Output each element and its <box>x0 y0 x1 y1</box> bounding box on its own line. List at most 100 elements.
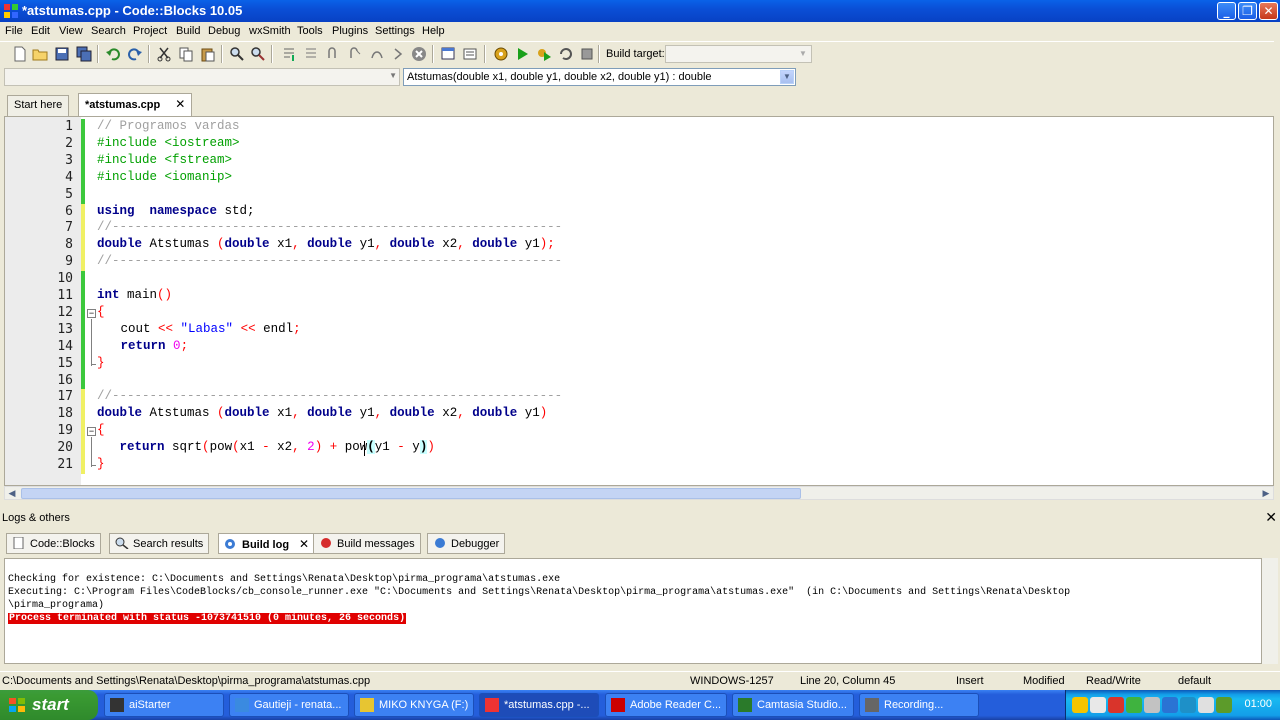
menu-wxsmith[interactable]: wxSmith <box>249 25 291 37</box>
close-tab-icon[interactable]: ✕ <box>299 537 309 551</box>
taskbar-button[interactable]: MIKO KNYGA (F:) <box>354 693 474 717</box>
taskbar-button[interactable]: Adobe Reader C... <box>605 693 727 717</box>
menu-build[interactable]: Build <box>176 25 200 37</box>
code-line: #include <iomanip> <box>97 169 233 184</box>
tab-codeblocks-log[interactable]: Code::Blocks <box>6 533 101 554</box>
fold-toggle-icon[interactable]: − <box>87 308 96 318</box>
close-logs-icon[interactable]: ✕ <box>1265 510 1277 526</box>
open-icon[interactable] <box>32 46 48 62</box>
build-icon[interactable] <box>493 46 509 62</box>
debug-step-into-icon[interactable] <box>325 46 341 62</box>
maximize-button[interactable]: ❐ <box>1238 2 1257 20</box>
debug-windows-icon[interactable] <box>440 46 456 62</box>
tab-build-messages[interactable]: Build messages <box>313 533 421 554</box>
menu-tools[interactable]: Tools <box>297 25 323 37</box>
tray-icon[interactable] <box>1144 697 1160 713</box>
tab-start-here[interactable]: Start here <box>7 95 70 116</box>
menu-project[interactable]: Project <box>133 25 167 37</box>
find-icon[interactable] <box>229 46 245 62</box>
scroll-left-arrow-icon[interactable]: ◀ <box>5 487 19 499</box>
chevron-down-icon: ▼ <box>389 71 397 80</box>
log-vertical-scrollbar[interactable] <box>1262 558 1278 664</box>
status-modified: Modified <box>1023 675 1065 687</box>
menu-view[interactable]: View <box>59 25 83 37</box>
undo-icon[interactable] <box>105 46 121 62</box>
line-number: 1 <box>65 119 73 134</box>
new-file-icon[interactable] <box>12 46 28 62</box>
debug-step-out-icon[interactable] <box>347 46 363 62</box>
taskbar-button[interactable]: Gautieji - renata... <box>229 693 349 717</box>
debug-info-icon[interactable] <box>462 46 478 62</box>
taskbar-button-label: Camtasia Studio... <box>757 699 847 711</box>
tray-icon[interactable] <box>1126 697 1142 713</box>
tab-build-log[interactable]: Build log ✕ <box>218 533 316 554</box>
tab-search-results[interactable]: Search results <box>109 533 210 554</box>
line-number: 21 <box>57 457 73 472</box>
paste-icon[interactable] <box>200 46 216 62</box>
taskbar-button[interactable]: Recording... <box>859 693 979 717</box>
window-title: *atstumas.cpp - Code::Blocks 10.05 <box>22 3 243 18</box>
menu-help[interactable]: Help <box>422 25 445 37</box>
chevron-down-icon[interactable]: ▼ <box>780 70 794 84</box>
line-number: 9 <box>65 254 73 270</box>
taskbar-button[interactable]: aiStarter <box>104 693 224 717</box>
scope-select[interactable]: ▼ <box>4 68 400 86</box>
build-target-select[interactable]: ▼ <box>665 45 812 63</box>
tray-icon[interactable] <box>1180 697 1196 713</box>
code-editor[interactable]: 1 2 3 4 5 6 7 8 9 10 11 12 13 14 15 16 17 18 19 20 21 − − // … <box>4 116 1274 486</box>
save-icon[interactable] <box>54 46 70 62</box>
volume-icon[interactable] <box>1198 697 1214 713</box>
build-log-output[interactable]: Checking for existence: C:\Documents and… <box>4 558 1262 664</box>
run-icon[interactable] <box>514 46 530 62</box>
network-icon[interactable] <box>1216 697 1232 713</box>
debug-stop-icon[interactable] <box>411 46 427 62</box>
start-button[interactable]: start <box>0 690 98 720</box>
scroll-right-arrow-icon[interactable]: ▶ <box>1259 487 1273 499</box>
save-all-icon[interactable] <box>76 46 92 62</box>
menu-settings[interactable]: Settings <box>375 25 415 37</box>
debug-next-line-icon[interactable] <box>303 46 319 62</box>
replace-icon[interactable] <box>250 46 266 62</box>
code-line: // Programos vardas <box>97 119 240 133</box>
menu-edit[interactable]: Edit <box>31 25 50 37</box>
code-line: cout << "Labas" << endl; <box>113 321 301 336</box>
debug-next-instruction-icon[interactable] <box>369 46 385 62</box>
code-line: { <box>97 423 105 438</box>
fold-toggle-icon[interactable]: − <box>87 427 96 437</box>
copy-icon[interactable] <box>178 46 194 62</box>
menu-plugins[interactable]: Plugins <box>332 25 368 37</box>
redo-icon[interactable] <box>127 46 143 62</box>
line-number: 8 <box>65 237 73 253</box>
menu-file[interactable]: File <box>5 25 23 37</box>
rebuild-icon[interactable] <box>558 46 574 62</box>
tray-icon[interactable] <box>1108 697 1124 713</box>
abort-icon[interactable] <box>579 46 595 62</box>
tab-debugger[interactable]: Debugger <box>427 533 506 554</box>
fold-line <box>91 318 92 366</box>
editor-horizontal-scrollbar[interactable]: ◀ ▶ <box>4 486 1274 500</box>
build-and-run-icon[interactable] <box>536 46 552 62</box>
minimize-button[interactable]: _ <box>1217 2 1236 20</box>
taskbar-button-label: MIKO KNYGA (F:) <box>379 699 469 711</box>
tray-icon[interactable] <box>1072 697 1088 713</box>
code-line: using namespace std; <box>97 203 255 218</box>
menu-search[interactable]: Search <box>91 25 126 37</box>
taskbar-button-label: Recording... <box>884 699 944 711</box>
close-tab-icon[interactable]: ✕ <box>175 97 185 111</box>
scrollbar-thumb[interactable] <box>21 488 801 499</box>
tray-icon[interactable] <box>1162 697 1178 713</box>
menu-bar: File Edit View Search Project Build Debu… <box>0 22 1280 40</box>
debug-run-to-cursor-icon[interactable] <box>281 46 297 62</box>
logs-panel-header: Logs & others ✕ <box>0 510 1280 528</box>
debug-step-into-instruction-icon[interactable] <box>390 46 406 62</box>
taskbar-button[interactable]: Camtasia Studio... <box>732 693 854 717</box>
title-bar: *atstumas.cpp - Code::Blocks 10.05 _ ❐ ✕ <box>0 0 1280 22</box>
tray-icon[interactable] <box>1090 697 1106 713</box>
fold-end <box>91 465 96 466</box>
function-select[interactable]: Atstumas(double x1, double y1, double x2… <box>403 68 796 86</box>
taskbar-button[interactable]: *atstumas.cpp -... <box>479 693 599 717</box>
menu-debug[interactable]: Debug <box>208 25 240 37</box>
cut-icon[interactable] <box>156 46 172 62</box>
close-window-button[interactable]: ✕ <box>1259 2 1278 20</box>
tab-atstumas-cpp[interactable]: *atstumas.cpp ✕ <box>78 93 193 116</box>
